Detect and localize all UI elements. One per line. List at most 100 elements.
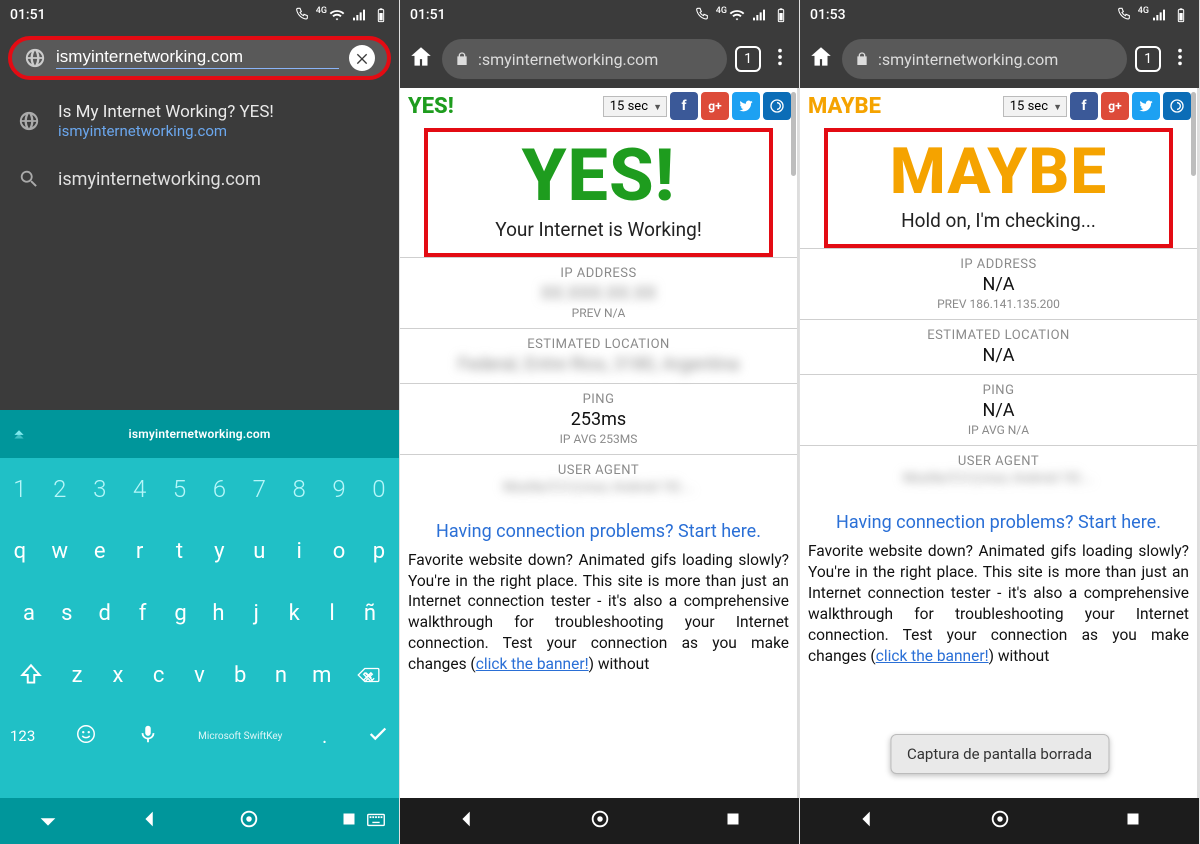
- key[interactable]: 8: [282, 475, 316, 503]
- scrollbar[interactable]: [791, 92, 796, 176]
- emoji-key[interactable]: [75, 723, 97, 749]
- nav-keyboard[interactable]: [365, 808, 387, 834]
- share-googleplus[interactable]: g+: [701, 92, 729, 120]
- keyboard-suggestion-bar[interactable]: ismyinternetworking.com: [0, 410, 399, 458]
- suggestion-row[interactable]: Is My Internet Working? YES! ismyinterne…: [0, 88, 399, 154]
- shift-key[interactable]: [9, 662, 53, 688]
- share-other[interactable]: [1163, 92, 1191, 120]
- share-googleplus[interactable]: g+: [1101, 92, 1129, 120]
- info-label: USER AGENT: [820, 454, 1177, 469]
- chevron-up-icon[interactable]: [8, 422, 30, 447]
- key[interactable]: u: [242, 539, 276, 564]
- key[interactable]: w: [43, 539, 77, 564]
- help-link[interactable]: Having connection problems? Start here.: [808, 512, 1189, 533]
- tabs-button[interactable]: 1: [735, 46, 761, 72]
- key[interactable]: q: [3, 539, 37, 564]
- help-link[interactable]: Having connection problems? Start here.: [408, 521, 789, 542]
- key[interactable]: b: [223, 663, 257, 688]
- key[interactable]: j: [239, 601, 273, 626]
- check-icon: [367, 723, 389, 745]
- nav-back[interactable]: [456, 808, 478, 834]
- key[interactable]: l: [315, 601, 349, 626]
- nav-back[interactable]: [856, 808, 878, 834]
- nav-home[interactable]: [589, 808, 611, 834]
- key[interactable]: c: [142, 663, 176, 688]
- nav-recent[interactable]: [338, 808, 360, 834]
- keyboard-suggestion[interactable]: ismyinternetworking.com: [129, 427, 271, 441]
- net-4g-label: 4G: [716, 6, 727, 16]
- info-value: N/A: [820, 274, 1177, 295]
- key[interactable]: 0: [362, 475, 396, 503]
- url-field-highlight[interactable]: [8, 36, 391, 80]
- period-key[interactable]: .: [322, 724, 327, 748]
- address-bar: [0, 30, 399, 88]
- url-input[interactable]: [56, 47, 339, 69]
- key[interactable]: 2: [43, 475, 77, 503]
- nav-recent[interactable]: [722, 808, 744, 834]
- key[interactable]: g: [164, 601, 198, 626]
- menu-button[interactable]: [769, 46, 791, 72]
- info-location: ESTIMATED LOCATION N/A: [800, 319, 1197, 374]
- key[interactable]: p: [362, 539, 396, 564]
- nav-home[interactable]: [989, 808, 1011, 834]
- key[interactable]: s: [50, 601, 84, 626]
- click-banner-link[interactable]: click the banner!: [476, 655, 589, 673]
- key[interactable]: a: [12, 601, 46, 626]
- key[interactable]: f: [126, 601, 160, 626]
- globe-icon: [24, 47, 46, 69]
- toast: Captura de pantalla borrada: [890, 734, 1109, 774]
- url-display[interactable]: :smyinternetworking.com: [842, 39, 1127, 79]
- key[interactable]: y: [202, 539, 236, 564]
- backspace-key[interactable]: [346, 662, 390, 688]
- key[interactable]: 3: [83, 475, 117, 503]
- key[interactable]: ñ: [353, 601, 387, 626]
- body-paragraph: Favorite website down? Animated gifs loa…: [400, 550, 797, 676]
- key[interactable]: 9: [322, 475, 356, 503]
- search-icon: [18, 168, 40, 190]
- key[interactable]: e: [83, 539, 117, 564]
- share-twitter[interactable]: [1132, 92, 1160, 120]
- share-facebook[interactable]: f: [1070, 92, 1098, 120]
- key[interactable]: k: [277, 601, 311, 626]
- key[interactable]: z: [60, 663, 94, 688]
- share-other[interactable]: [763, 92, 791, 120]
- refresh-select[interactable]: 15 sec: [603, 96, 667, 117]
- clock: 01:51: [10, 7, 46, 23]
- key[interactable]: n: [264, 663, 298, 688]
- share-twitter[interactable]: [732, 92, 760, 120]
- shift-icon: [18, 662, 44, 688]
- key[interactable]: d: [88, 601, 122, 626]
- clear-button[interactable]: [349, 45, 375, 71]
- key[interactable]: 1: [3, 475, 37, 503]
- key[interactable]: o: [322, 539, 356, 564]
- share-facebook[interactable]: f: [670, 92, 698, 120]
- suggestion-row[interactable]: ismyinternetworking.com: [0, 154, 399, 204]
- mic-key[interactable]: [137, 723, 159, 749]
- key[interactable]: r: [123, 539, 157, 564]
- key[interactable]: t: [163, 539, 197, 564]
- refresh-select[interactable]: 15 sec: [1003, 96, 1067, 117]
- url-display[interactable]: :smyinternetworking.com: [442, 39, 727, 79]
- nav-back-chevron[interactable]: [37, 810, 63, 832]
- key[interactable]: x: [101, 663, 135, 688]
- key[interactable]: i: [282, 539, 316, 564]
- key-123[interactable]: 123: [10, 727, 35, 745]
- home-button[interactable]: [808, 44, 834, 74]
- tabs-button[interactable]: 1: [1135, 46, 1161, 72]
- scrollbar[interactable]: [1191, 92, 1196, 176]
- home-button[interactable]: [408, 44, 434, 74]
- key[interactable]: m: [305, 663, 339, 688]
- key[interactable]: 5: [163, 475, 197, 503]
- nav-back[interactable]: [139, 808, 161, 834]
- key[interactable]: 7: [242, 475, 276, 503]
- nav-home[interactable]: [238, 808, 260, 834]
- key[interactable]: 4: [123, 475, 157, 503]
- nav-recent[interactable]: [1122, 808, 1144, 834]
- key[interactable]: v: [182, 663, 216, 688]
- keyboard[interactable]: ismyinternetworking.com 1 2 3 4 5 6 7 8 …: [0, 410, 399, 798]
- key[interactable]: 6: [202, 475, 236, 503]
- menu-button[interactable]: [1169, 46, 1191, 72]
- enter-key[interactable]: [367, 723, 389, 749]
- key[interactable]: h: [201, 601, 235, 626]
- click-banner-link[interactable]: click the banner!: [876, 647, 989, 665]
